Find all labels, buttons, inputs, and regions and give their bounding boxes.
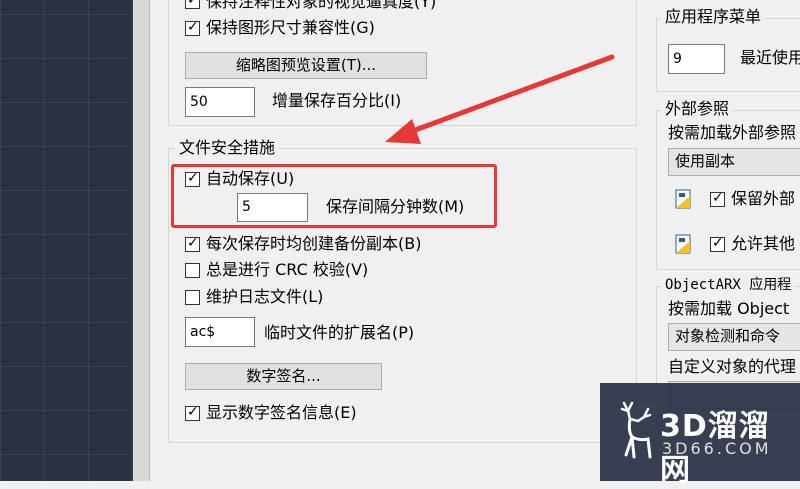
watermark: 3D溜溜网 3D66.COM	[600, 383, 800, 488]
watermark-url: 3D66.COM	[662, 439, 772, 458]
deer-logo-icon	[620, 401, 652, 459]
